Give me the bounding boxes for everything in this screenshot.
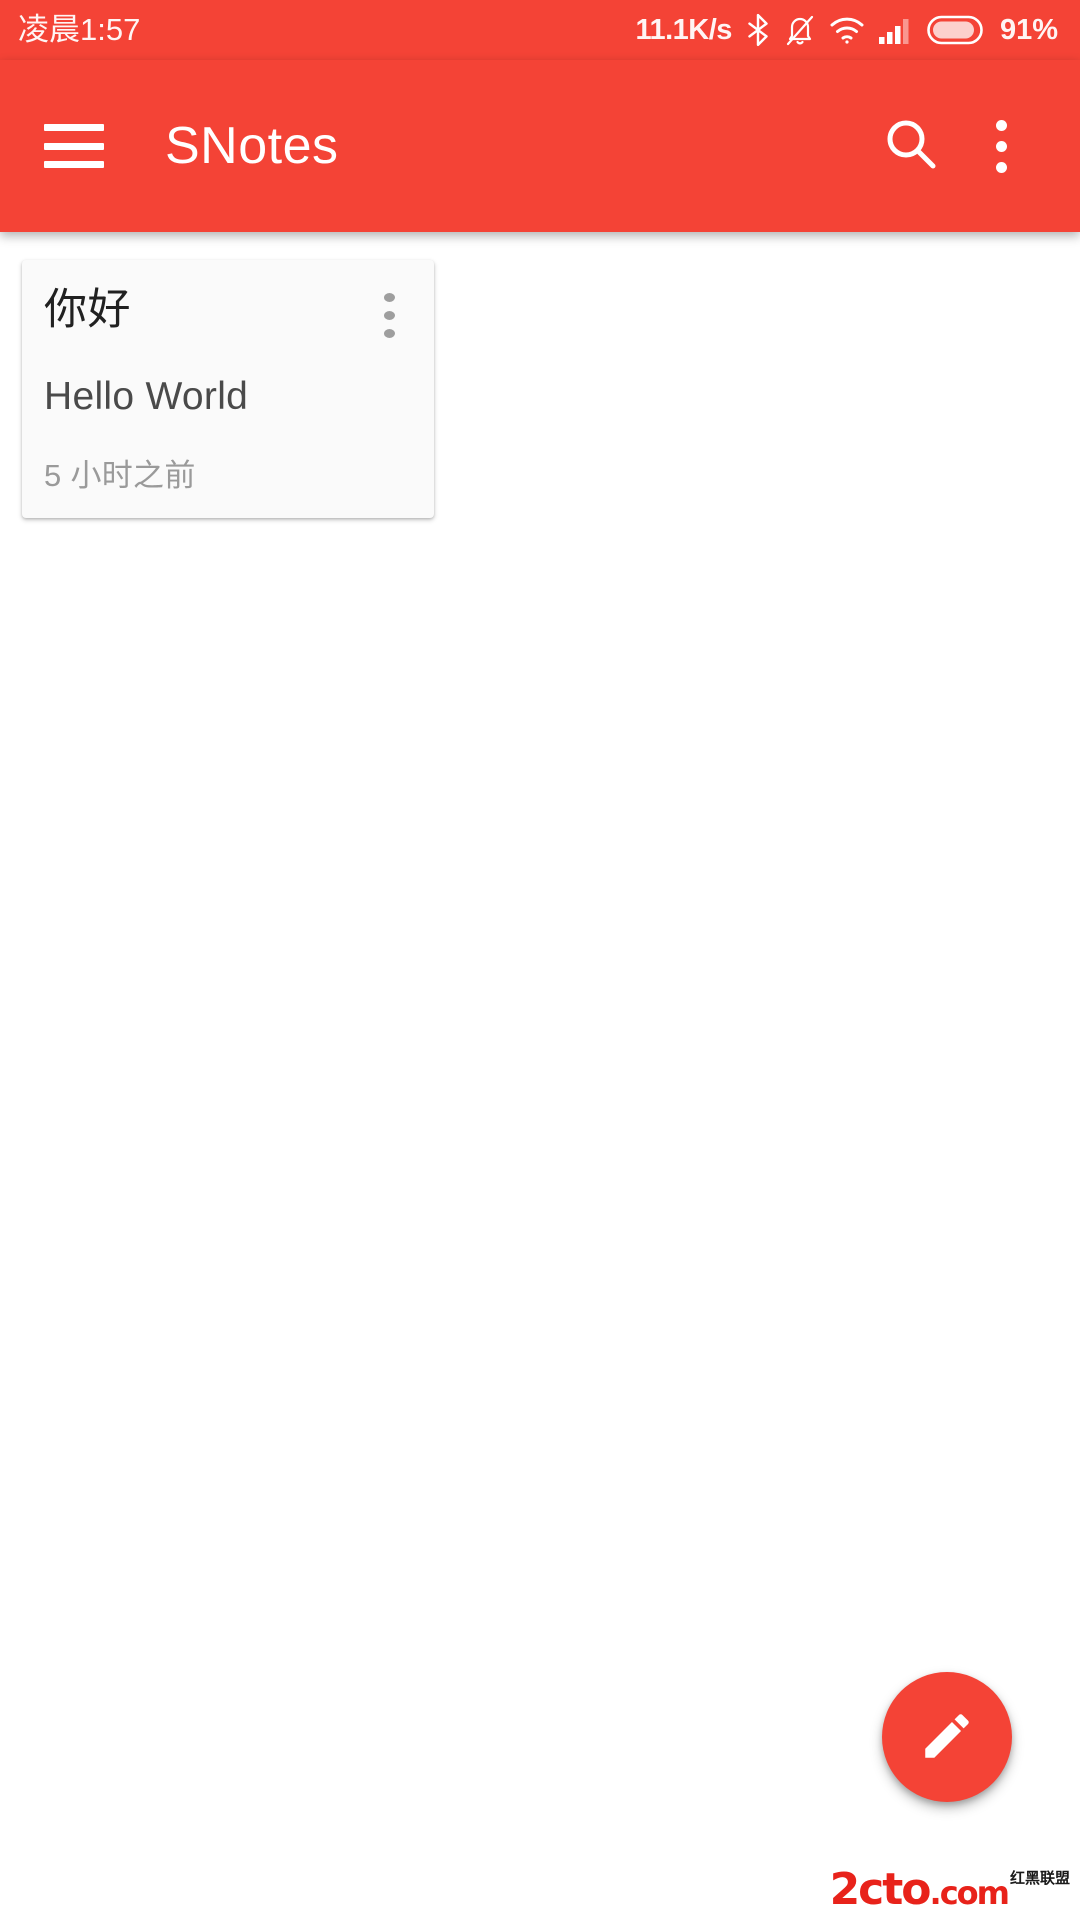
status-bar-icons: 11.1K/s 91% xyxy=(635,13,1058,47)
hamburger-bar-middle xyxy=(44,142,104,150)
app-bar: SNotes xyxy=(0,60,1080,232)
watermark-brand: 2cto.com xyxy=(830,1868,1010,1912)
dot-2 xyxy=(995,140,1007,152)
note-card-header: 你好 xyxy=(44,286,412,338)
edit-pencil-icon xyxy=(918,1707,976,1768)
dot-1 xyxy=(383,293,395,302)
note-card[interactable]: 你好 Hello World 5 小时之前 xyxy=(22,260,434,518)
app-title: SNotes xyxy=(165,117,339,175)
more-vert-icon xyxy=(995,119,1007,173)
overflow-menu-button[interactable] xyxy=(956,101,1046,191)
bluetooth-icon xyxy=(745,13,771,47)
network-speed-label: 11.1K/s xyxy=(635,13,732,46)
notifications-off-icon xyxy=(784,13,816,47)
watermark-chinese-text: 红黑联盟 xyxy=(1009,1870,1070,1887)
battery-percent-label: 91% xyxy=(999,13,1058,46)
status-bar: 凌晨1:57 11.1K/s 91% xyxy=(0,0,1080,60)
signal-icon xyxy=(878,15,914,45)
hamburger-bar-bottom xyxy=(44,161,104,168)
hamburger-bar-top xyxy=(44,124,104,131)
hamburger-menu-icon[interactable] xyxy=(44,124,104,168)
dot-2 xyxy=(383,311,395,320)
battery-icon xyxy=(927,15,983,45)
status-time: 凌晨1:57 xyxy=(18,12,141,47)
new-note-fab[interactable] xyxy=(882,1672,1012,1802)
watermark: 2cto.com 红黑联盟 xyxy=(830,1868,1070,1912)
watermark-tld-text: .com xyxy=(929,1874,1010,1912)
note-timestamp: 5 小时之前 xyxy=(44,457,196,493)
dot-3 xyxy=(383,329,395,338)
search-icon xyxy=(882,115,940,178)
note-title: 你好 xyxy=(44,286,131,334)
dot-1 xyxy=(995,119,1007,131)
wifi-icon xyxy=(829,15,865,45)
watermark-brand-text: 2cto xyxy=(829,1864,932,1915)
search-button[interactable] xyxy=(866,101,956,191)
note-overflow-menu-button[interactable] xyxy=(366,286,412,338)
dot-3 xyxy=(995,161,1007,173)
note-body: Hello World xyxy=(44,375,249,418)
notes-list-content: 你好 Hello World 5 小时之前 2cto.com 红黑联盟 xyxy=(0,232,1080,1920)
